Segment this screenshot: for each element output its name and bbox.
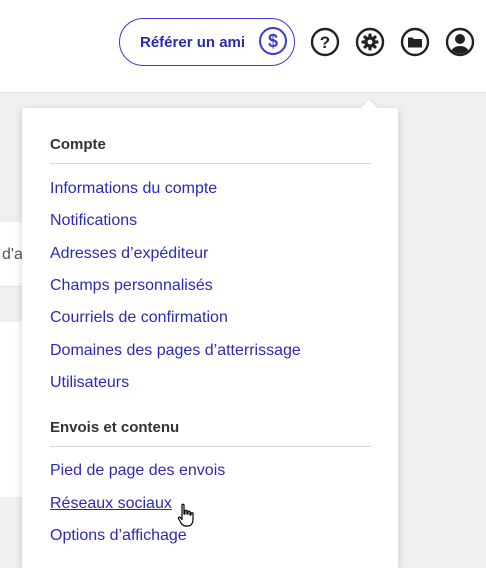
section-divider [50, 163, 371, 164]
menu-item-landing-page-domains[interactable]: Domaines des pages d’atterrissage [50, 342, 301, 360]
menu-item-display-options[interactable]: Options d’affichage [50, 527, 187, 545]
menu-item-social-networks[interactable]: Réseaux sociaux [50, 495, 172, 513]
background-partial-text: d'a [2, 246, 23, 263]
settings-button[interactable] [355, 27, 385, 57]
menu-item-users[interactable]: Utilisateurs [50, 374, 129, 392]
files-button[interactable] [400, 27, 430, 57]
section-title-envois: Envois et contenu [50, 419, 180, 436]
section-title-compte: Compte [50, 136, 106, 153]
user-avatar-icon [445, 27, 475, 57]
help-button[interactable]: ? [310, 27, 340, 57]
profile-button[interactable] [445, 27, 475, 57]
menu-item-sender-addresses[interactable]: Adresses d’expéditeur [50, 245, 208, 263]
help-icon: ? [310, 27, 340, 57]
top-bar: Référer un ami $ ? [0, 0, 486, 93]
menu-item-confirmation-emails[interactable]: Courriels de confirmation [50, 309, 228, 327]
refer-friend-label: Référer un ami [140, 34, 246, 51]
gear-icon [355, 27, 385, 57]
menu-item-account-info[interactable]: Informations du compte [50, 180, 217, 198]
menu-item-custom-fields[interactable]: Champs personnalisés [50, 277, 213, 295]
hand-pointer-icon [177, 503, 194, 527]
section-divider [50, 446, 371, 447]
help-symbol: ? [320, 33, 330, 52]
dollar-icon: $ [259, 27, 287, 55]
menu-item-email-footer[interactable]: Pied de page des envois [50, 462, 225, 480]
refer-friend-button[interactable]: Référer un ami $ [119, 18, 295, 66]
folder-icon [400, 27, 430, 57]
menu-item-notifications[interactable]: Notifications [50, 212, 137, 230]
